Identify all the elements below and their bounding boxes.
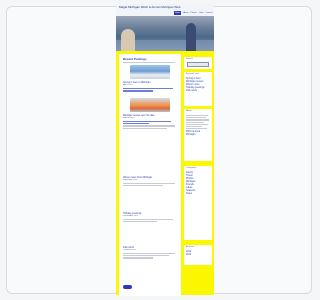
- widget-heading: About: [186, 110, 192, 112]
- post-date: December 2011: [123, 215, 139, 217]
- post: Michigan sunset over the lake March 2012: [123, 96, 177, 130]
- categories-widget: Categories Family Travel Photos Michigan…: [184, 166, 212, 240]
- post-date: April 2012: [123, 84, 133, 87]
- post: Recent Postings Spring is here in Michig…: [123, 57, 177, 93]
- post: Holiday greetings December 2011: [123, 212, 177, 223]
- header-photo: [116, 16, 214, 51]
- about-widget: About Mitch & Anna Michigan: [184, 109, 212, 161]
- post-image-sunset[interactable]: [130, 98, 170, 112]
- site-title[interactable]: Magia Michigan Mitch & Anna's Michigan W…: [119, 5, 197, 10]
- post: Winter notes from Michigan February 2012: [123, 176, 177, 187]
- sidebar-link[interactable]: Michigan: [184, 133, 212, 136]
- about-text: [184, 115, 212, 130]
- nav-item-photos[interactable]: Photos: [191, 11, 197, 15]
- post-date: February 2012: [123, 179, 138, 181]
- recent-posts-widget: Recent Posts Spring is here Michigan sun…: [184, 72, 212, 106]
- webpage: Magia Michigan Mitch & Anna's Michigan W…: [116, 4, 214, 296]
- post-date: March 2012: [123, 117, 135, 119]
- post-excerpt: [123, 219, 177, 223]
- nav-item-home[interactable]: Home: [174, 11, 182, 15]
- post-excerpt: [123, 62, 177, 64]
- archives-widget: Archives 2012 2011: [184, 245, 212, 265]
- archive-link[interactable]: 2011: [184, 253, 212, 256]
- post-excerpt: [123, 183, 177, 187]
- sidebar: Search Recent Posts Spring is here Michi…: [184, 54, 212, 296]
- header-photo-person-left: [121, 29, 135, 51]
- post-date: October 2011: [123, 249, 137, 251]
- header-photo-person-right: [186, 23, 196, 51]
- nav-bar: Home About Photos Links Contact: [174, 11, 214, 15]
- post: Fall colors October 2011: [123, 246, 177, 260]
- nav-item-about[interactable]: About: [183, 11, 188, 15]
- site-header: Magia Michigan Mitch & Anna's Michigan W…: [116, 4, 214, 51]
- nav-item-links[interactable]: Links: [199, 11, 204, 15]
- nav-item-contact[interactable]: Contact: [205, 11, 212, 15]
- search-input[interactable]: [187, 62, 209, 67]
- post-image-lake[interactable]: [130, 65, 170, 80]
- sidebar-link[interactable]: Fall colors: [184, 89, 212, 92]
- post-excerpt: [123, 125, 177, 129]
- more-posts-button[interactable]: [123, 285, 132, 289]
- category-link[interactable]: News: [184, 192, 212, 195]
- section-heading: Recent Postings: [123, 57, 147, 61]
- post-excerpt: [123, 253, 177, 259]
- main-content: Recent Postings Spring is here in Michig…: [119, 54, 181, 296]
- post-links: [123, 121, 177, 125]
- search-widget: Search: [184, 57, 212, 69]
- post-links: [123, 88, 177, 92]
